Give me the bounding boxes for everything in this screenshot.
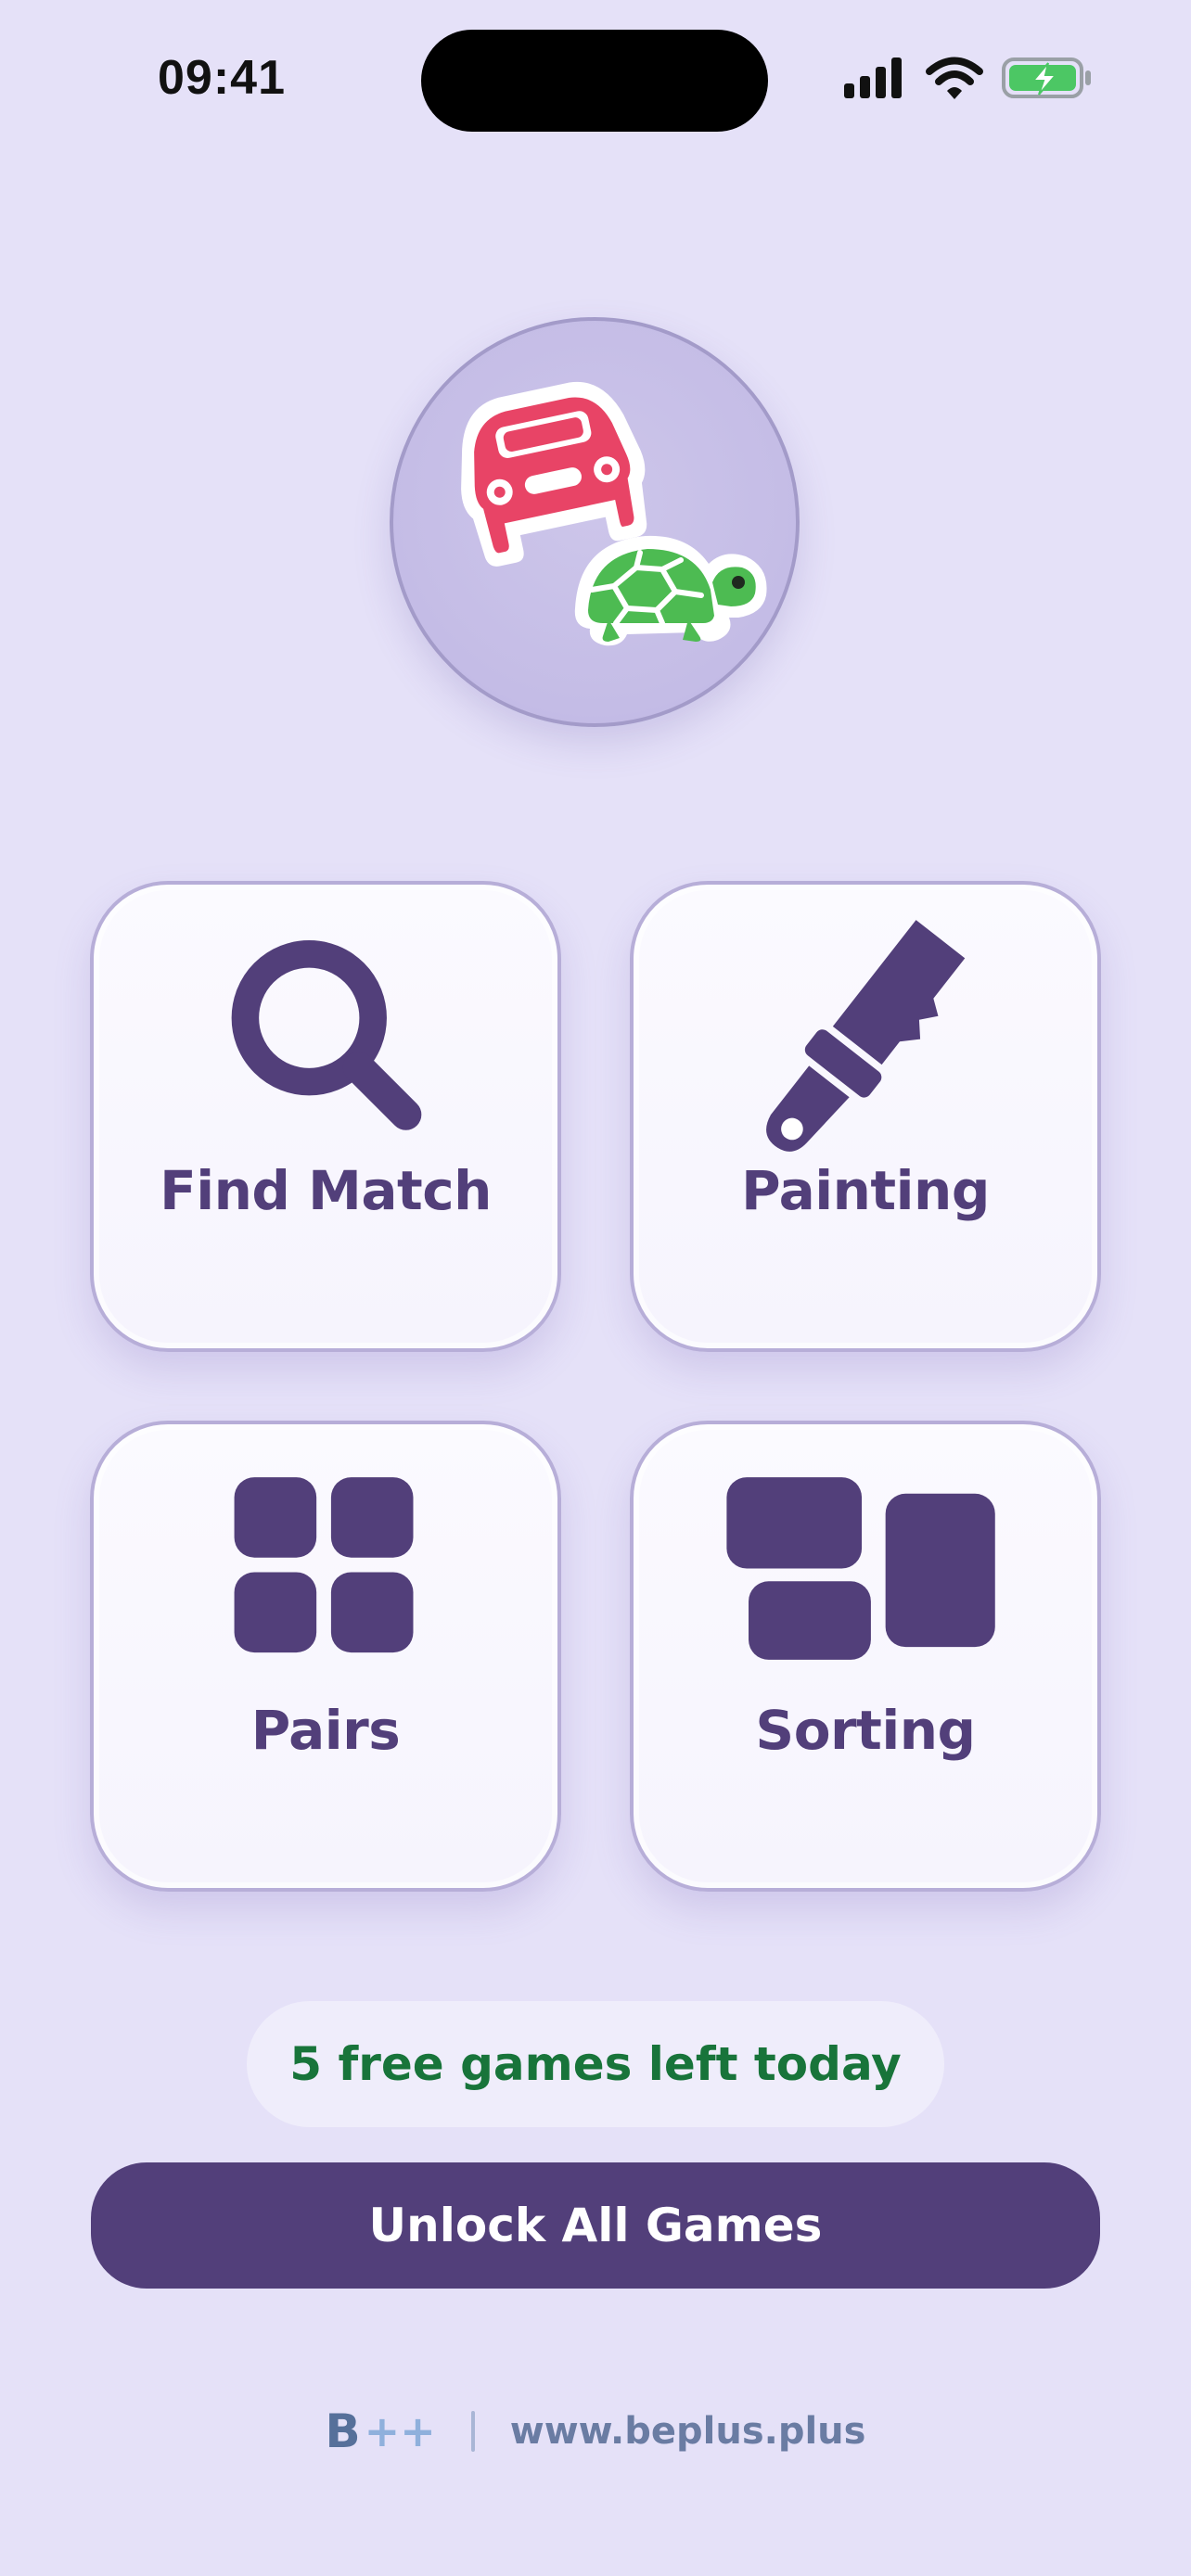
find-match-label: Find Match — [160, 1159, 492, 1222]
magnifier-icon — [231, 940, 422, 1130]
sorting-tile[interactable]: Sorting — [630, 1421, 1101, 1892]
website-link[interactable]: www.beplus.plus — [510, 2410, 866, 2453]
unlock-all-games-button[interactable]: Unlock All Games — [91, 2162, 1100, 2289]
paintbrush-icon — [766, 920, 966, 1152]
pairs-tile[interactable]: Pairs — [90, 1421, 561, 1892]
footer: B ++ www.beplus.plus — [0, 2392, 1191, 2470]
sorting-label: Sorting — [755, 1699, 976, 1762]
four-squares-icon — [234, 1477, 414, 1653]
free-games-text: 5 free games left today — [289, 2037, 902, 2091]
unlock-button-label: Unlock All Games — [368, 2199, 823, 2252]
battery-charging-icon — [1002, 57, 1091, 98]
cellular-signal-icon — [844, 57, 902, 98]
painting-label: Painting — [741, 1159, 990, 1222]
footer-divider — [470, 2411, 475, 2452]
status-time: 09:41 — [158, 51, 286, 105]
wifi-icon — [926, 57, 983, 99]
dynamic-island — [421, 30, 768, 132]
brand-letter: B — [325, 2404, 361, 2458]
pairs-label: Pairs — [250, 1699, 401, 1762]
painting-tile[interactable]: Painting — [630, 881, 1101, 1352]
brand-logo: B ++ — [326, 2404, 436, 2458]
brand-plus: ++ — [364, 2406, 436, 2456]
find-match-tile[interactable]: Find Match — [90, 881, 561, 1352]
home-screen: 09:41 Find Match Painting Pairs Sorting … — [0, 0, 1191, 2576]
free-games-badge: 5 free games left today — [247, 2001, 944, 2127]
app-logo — [390, 317, 800, 727]
turtle-icon — [574, 535, 767, 646]
sorting-blocks-icon — [726, 1477, 995, 1660]
